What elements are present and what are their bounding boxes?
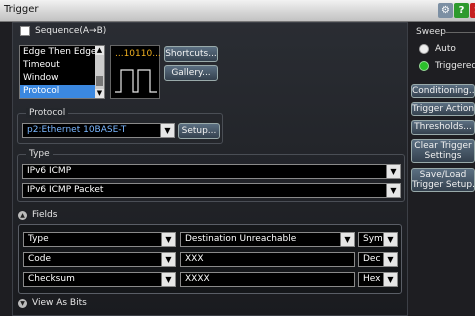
save-load-line1: Save/Load — [419, 170, 467, 180]
chevron-down-icon[interactable]: ▼ — [161, 273, 175, 286]
list-item[interactable]: Timeout — [20, 59, 104, 72]
list-item[interactable]: Window — [20, 72, 104, 85]
chevron-down-icon[interactable]: ▼ — [386, 165, 400, 178]
field-format-select[interactable]: Dec ▼ — [358, 252, 398, 267]
fields-toggle[interactable]: ▲ Fields — [18, 210, 57, 220]
chevron-down-icon[interactable]: ▼ — [161, 233, 175, 246]
view-as-bits-toggle[interactable]: ▼ View As Bits — [18, 298, 87, 308]
save-load-trigger-setup-button[interactable]: Save/Load Trigger Setup... — [411, 168, 475, 192]
setup-button[interactable]: Setup... — [178, 123, 220, 139]
gear-icon[interactable]: ⚙ — [438, 3, 453, 18]
window-title: Trigger — [4, 4, 39, 15]
protocol-value: p2:Ethernet 10BASE-T — [27, 125, 127, 135]
radio-triggered[interactable] — [419, 61, 429, 71]
field-value: XXXX — [185, 274, 210, 284]
sweep-triggered-label: Triggered — [435, 61, 475, 71]
field-value-select[interactable]: Destination Unreachable ▼ — [180, 232, 355, 247]
field-value: XXX — [185, 254, 204, 264]
sweep-triggered-option[interactable]: Triggered — [419, 61, 475, 71]
chevron-down-icon[interactable]: ▼ — [160, 124, 174, 137]
field-format-select[interactable]: Sym ▼ — [358, 232, 398, 247]
chevron-down-icon[interactable]: ▼ — [18, 298, 27, 308]
gallery-button[interactable]: Gallery... — [164, 65, 218, 81]
field-name-select[interactable]: Type ▼ — [23, 232, 176, 247]
field-name-select[interactable]: Checksum ▼ — [23, 272, 176, 287]
clear-trigger-settings-button[interactable]: Clear Trigger Settings — [411, 139, 475, 163]
field-format-select[interactable]: Hex ▼ — [358, 272, 398, 287]
type-value: IPv6 ICMP — [27, 166, 72, 176]
field-format: Dec — [363, 254, 381, 264]
field-name: Checksum — [28, 274, 75, 284]
subtype-select[interactable]: IPv6 ICMP Packet ▼ — [22, 183, 401, 198]
field-value-input[interactable]: XXXX — [180, 272, 355, 287]
divider — [444, 32, 475, 33]
clear-trigger-line1: Clear Trigger — [414, 141, 472, 151]
chevron-down-icon[interactable]: ▼ — [340, 233, 354, 246]
shortcuts-button[interactable]: Shortcuts... — [164, 46, 218, 62]
type-label: Type — [26, 149, 53, 159]
waveform-icon — [115, 69, 157, 93]
sweep-auto-option[interactable]: Auto — [419, 44, 456, 54]
chevron-down-icon[interactable]: ▼ — [383, 233, 397, 246]
scroll-thumb[interactable] — [96, 76, 103, 86]
list-item[interactable]: Edge Then Edge — [20, 46, 104, 59]
scroll-up-icon[interactable]: ▲ — [95, 46, 104, 55]
field-name-select[interactable]: Code ▼ — [23, 252, 176, 267]
fields-label: Fields — [32, 210, 58, 220]
save-load-line2: Trigger Setup... — [412, 180, 475, 190]
list-scrollbar[interactable]: ▲ ▼ — [95, 46, 104, 98]
conditioning-button[interactable]: Conditioning... — [411, 84, 475, 98]
chevron-down-icon[interactable]: ▼ — [383, 273, 397, 286]
close-icon[interactable]: × — [470, 3, 475, 18]
sequence-checkbox[interactable] — [20, 26, 30, 36]
view-as-bits-label: View As Bits — [32, 298, 87, 308]
fields-table: Type ▼ Destination Unreachable ▼ Sym ▼ C… — [18, 224, 402, 294]
scroll-down-icon[interactable]: ▼ — [95, 89, 104, 98]
field-name: Code — [28, 254, 52, 264]
trigger-action-button[interactable]: Trigger Action... — [411, 102, 475, 116]
sweep-label: Sweep — [416, 27, 446, 37]
protocol-select[interactable]: p2:Ethernet 10BASE-T ▼ — [22, 123, 175, 138]
field-value: Destination Unreachable — [185, 234, 297, 244]
radio-auto[interactable] — [419, 44, 429, 54]
type-select[interactable]: IPv6 ICMP ▼ — [22, 164, 401, 179]
field-format: Hex — [363, 274, 381, 284]
field-value-input[interactable]: XXX — [180, 252, 355, 267]
help-icon[interactable]: ? — [454, 3, 469, 18]
chevron-down-icon[interactable]: ▼ — [386, 184, 400, 197]
field-name: Type — [28, 234, 49, 244]
trigger-preview: ...10110... — [110, 45, 161, 99]
sequence-row[interactable]: Sequence(A→B) — [20, 26, 106, 36]
trigger-type-list[interactable]: Edge Then Edge Timeout Window Protocol ▲… — [19, 45, 105, 99]
subtype-value: IPv6 ICMP Packet — [27, 185, 104, 195]
protocol-label: Protocol — [26, 108, 69, 118]
field-format: Sym — [363, 234, 383, 244]
sequence-label: Sequence(A→B) — [35, 26, 107, 36]
list-item-selected[interactable]: Protocol — [20, 85, 104, 98]
thresholds-button[interactable]: Thresholds... — [411, 120, 475, 135]
chevron-down-icon[interactable]: ▼ — [161, 253, 175, 266]
chevron-down-icon[interactable]: ▼ — [383, 253, 397, 266]
chevron-up-icon[interactable]: ▲ — [18, 210, 27, 220]
title-bar: Trigger ⚙ ? × — [0, 0, 475, 22]
sweep-auto-label: Auto — [435, 44, 456, 54]
clear-trigger-line2: Settings — [424, 151, 462, 161]
